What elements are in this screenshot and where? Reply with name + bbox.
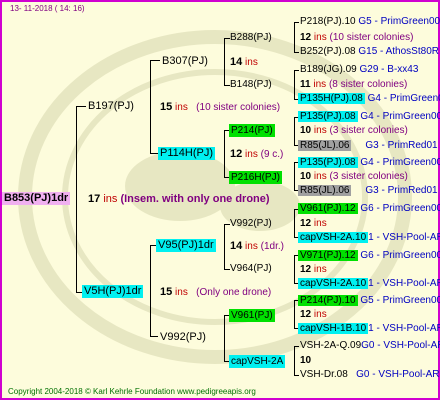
ancestor-row: V961(PJ).12 G6 - PrimGreen00 (298, 203, 440, 214)
ancestor-row: P135H(PJ).08 G4 - PrimGreen00 (298, 93, 440, 104)
connector (150, 245, 151, 336)
connector (294, 52, 299, 53)
queen-b148[interactable]: B148(PJ) (230, 79, 272, 91)
ins-row: 10 (300, 355, 312, 366)
ancestor-row: capVSH-2A.10 1 - VSH-Pool-AR (298, 232, 440, 243)
root-info: 17 ins (Insem. with only one drone) (88, 193, 270, 205)
queen-v964[interactable]: V964(PJ) (230, 263, 272, 275)
queen-v95[interactable]: V95(PJ)1dr (156, 239, 216, 252)
connector (294, 346, 295, 375)
v95-info: 14 ins (1dr.) (230, 240, 284, 252)
connector (294, 346, 299, 347)
ins-row: 12 ins (300, 218, 327, 229)
queen-v992[interactable]: V992(PJ) (160, 331, 206, 343)
connector (76, 106, 86, 107)
mother-info: 15 ins (Only one drone) (160, 286, 272, 298)
ins-row: 12 ins (10 sister colonies) (300, 32, 414, 43)
connector (294, 300, 295, 328)
queen-b288[interactable]: B288(PJ) (230, 32, 272, 44)
ins-row: 12 ins (300, 309, 327, 320)
ancestor-row: VSH-2A-Q.09G0 - VSH-Pool-AR (300, 340, 440, 351)
ancestor-row: P135(PJ).08 G4 - PrimGreen00 (298, 111, 440, 122)
date-stamp: 13- 11-2018 ( 14: 16) (10, 4, 85, 13)
queen-capvsh2a[interactable]: capVSH-2A (229, 355, 286, 368)
connector (224, 38, 225, 85)
connector (150, 60, 160, 61)
queen-b307[interactable]: B307(PJ) (162, 55, 208, 67)
connector (294, 162, 295, 190)
p114h-info: 12 ins (9 c.) (230, 148, 284, 160)
ins-row: 10 ins (3 sister colonies) (300, 125, 408, 136)
root-queen[interactable]: B853(PJ)1dr (2, 192, 71, 205)
ancestor-row: B252(PJ).08 G15 - AthosSt80R (300, 46, 439, 57)
connector (150, 153, 158, 154)
mother-queen[interactable]: V5H(PJ)1dr (82, 285, 144, 298)
ins-row: 12 ins (300, 264, 327, 275)
connector (294, 255, 295, 283)
ancestor-row: capVSH-1B.10 1 - VSH-Pool-AR (298, 323, 440, 334)
queen-p214[interactable]: P214(PJ) (229, 124, 275, 137)
ins-row: 10 ins (3 sister colonies) (300, 171, 408, 182)
connector (150, 60, 151, 153)
ancestor-row: R85(JL).06 G3 - PrimRed01 (298, 185, 438, 196)
connector (294, 117, 295, 145)
connector (224, 224, 225, 269)
queen-p216h[interactable]: P216H(PJ) (229, 171, 282, 184)
queen-v992a[interactable]: V992(PJ) (230, 218, 272, 230)
ancestor-row: P218(PJ).10 G5 - PrimGreen00 (300, 16, 440, 27)
father-queen[interactable]: B197(PJ) (88, 100, 134, 112)
ancestor-row: R85(JL).06 G3 - PrimRed01 (298, 140, 438, 151)
connector (294, 375, 299, 376)
connector (224, 130, 225, 177)
connector (294, 70, 295, 99)
b307-info: 14 ins (230, 56, 258, 68)
connector (150, 336, 158, 337)
connector (294, 70, 299, 71)
ancestor-row: B189(JG).09 G29 - B-xx43 (300, 64, 419, 75)
connector (76, 106, 77, 292)
ins-row: 11 ins (8 sister colonies) (300, 79, 408, 90)
queen-p114h[interactable]: P114H(PJ) (158, 147, 215, 160)
ancestor-row: P214(PJ).10 G5 - PrimGreen00 (298, 295, 440, 306)
ancestor-row: VSH-Dr.08 G0 - VSH-Pool-AR (300, 369, 440, 380)
connector (294, 22, 295, 52)
ancestor-row: V971(PJ).12 G6 - PrimGreen00 (298, 250, 440, 261)
copyright-footer: Copyright 2004-2018 © Karl Kehrle Founda… (8, 387, 256, 396)
queen-v961[interactable]: V961(PJ) (229, 309, 275, 322)
connector (224, 315, 225, 361)
connector (294, 209, 295, 237)
father-info: 15 ins (10 sister colonies) (160, 101, 281, 113)
ancestor-row: capVSH-2A.10 1 - VSH-Pool-AR (298, 278, 440, 289)
ancestor-row: P135(PJ).08 G4 - PrimGreen00 (298, 157, 440, 168)
connector (294, 22, 299, 23)
